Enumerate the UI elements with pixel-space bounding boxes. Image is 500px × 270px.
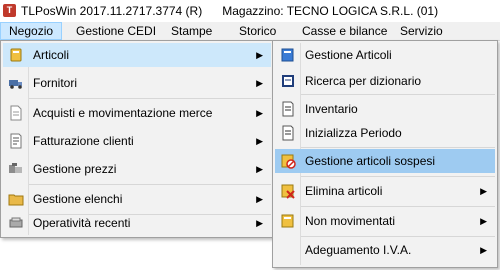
menu-item-label: Non movimentati <box>305 214 396 228</box>
menu-stampe[interactable]: Stampe <box>163 22 220 40</box>
submenu-arrow-icon: ▶ <box>256 164 263 174</box>
menu-item-inventario[interactable]: Inventario <box>275 97 495 121</box>
menu-item-label: Fatturazione clienti <box>33 134 134 148</box>
negozio-dropdown: Articoli ▶ Fornitori ▶ Acquisti e movime… <box>0 40 274 238</box>
menu-item-label: Operatività recenti <box>33 216 131 230</box>
submenu-arrow-icon: ▶ <box>256 218 263 228</box>
period-icon <box>282 125 294 141</box>
menu-negozio[interactable]: Negozio <box>0 22 63 40</box>
invoice-icon <box>10 133 22 149</box>
submenu-arrow-icon: ▶ <box>256 194 263 204</box>
prices-icon <box>9 163 22 173</box>
menu-item-adeguamento-iva[interactable]: Adeguamento I.V.A. ▶ <box>275 238 495 262</box>
folder-icon <box>8 194 24 206</box>
menu-item-acquisti[interactable]: Acquisti e movimentazione merce ▶ <box>3 101 271 125</box>
menu-item-label: Adeguamento I.V.A. <box>305 243 412 257</box>
menu-item-label: Acquisti e movimentazione merce <box>33 106 213 120</box>
menu-separator <box>301 94 495 95</box>
menu-separator <box>301 147 495 148</box>
menu-servizio[interactable]: Servizio <box>392 22 451 40</box>
submenu-arrow-icon: ▶ <box>256 108 263 118</box>
menu-gestione-cedi[interactable]: Gestione CEDI <box>68 22 164 40</box>
menu-item-label: Gestione prezzi <box>33 162 117 176</box>
suspended-icon <box>281 154 296 169</box>
menu-bar: Negozio Gestione CEDI Stampe Storico Cas… <box>0 22 500 41</box>
menu-separator <box>301 236 495 237</box>
menu-item-label: Gestione articoli sospesi <box>305 154 436 168</box>
book-icon <box>281 48 294 62</box>
menu-item-non-movimentati[interactable]: Non movimentati ▶ <box>275 209 495 233</box>
menu-item-label: Inventario <box>305 102 358 116</box>
articoli-submenu: Gestione Articoli Ricerca per dizionario… <box>272 40 498 268</box>
articles-icon <box>10 48 22 62</box>
menu-item-articoli[interactable]: Articoli ▶ <box>3 43 271 67</box>
menu-item-gestione-articoli[interactable]: Gestione Articoli <box>275 43 495 67</box>
app-logo-icon: T <box>3 4 16 17</box>
menu-item-gestione-prezzi[interactable]: Gestione prezzi ▶ <box>3 157 271 181</box>
menu-item-fatturazione[interactable]: Fatturazione clienti ▶ <box>3 129 271 153</box>
menu-separator <box>29 184 271 185</box>
menu-casse-bilance[interactable]: Casse e bilance <box>294 22 395 40</box>
menu-item-label: Elimina articoli <box>305 184 383 198</box>
menu-item-ricerca-dizionario[interactable]: Ricerca per dizionario <box>275 69 495 93</box>
menu-item-label: Ricerca per dizionario <box>305 74 422 88</box>
document-icon <box>10 105 22 121</box>
recent-icon <box>9 217 23 228</box>
submenu-arrow-icon: ▶ <box>480 245 487 255</box>
menu-item-label: Gestione elenchi <box>33 192 123 206</box>
menu-separator <box>301 206 495 207</box>
inventory-icon <box>282 101 294 117</box>
menu-item-label: Gestione Articoli <box>305 48 392 62</box>
menu-item-label: Fornitori <box>33 76 78 90</box>
submenu-arrow-icon: ▶ <box>480 216 487 226</box>
menu-item-fornitori[interactable]: Fornitori ▶ <box>3 71 271 95</box>
submenu-arrow-icon: ▶ <box>256 78 263 88</box>
title-bar: T TLPosWin 2017.11.2717.3774 (R) Magazzi… <box>0 0 500 23</box>
dictionary-icon <box>282 75 294 87</box>
menu-item-inizializza-periodo[interactable]: Inizializza Periodo <box>275 121 495 145</box>
submenu-arrow-icon: ▶ <box>256 50 263 60</box>
menu-item-label: Articoli <box>33 48 70 62</box>
submenu-arrow-icon: ▶ <box>256 136 263 146</box>
menu-separator <box>301 176 495 177</box>
non-moved-icon <box>281 214 294 228</box>
menu-separator <box>29 98 271 99</box>
menu-item-label: Inizializza Periodo <box>305 126 402 140</box>
menu-item-elimina-articoli[interactable]: Elimina articoli ▶ <box>275 179 495 203</box>
menu-item-gestione-elenchi[interactable]: Gestione elenchi ▶ <box>3 187 271 211</box>
submenu-arrow-icon: ▶ <box>480 186 487 196</box>
truck-icon <box>9 80 22 89</box>
menu-storico[interactable]: Storico <box>231 22 284 40</box>
menu-item-operativita[interactable]: Operatività recenti ▶ <box>3 211 271 235</box>
window-title: TLPosWin 2017.11.2717.3774 (R) Magazzino… <box>21 4 439 18</box>
delete-icon <box>281 184 295 199</box>
menu-item-articoli-sospesi[interactable]: Gestione articoli sospesi <box>275 149 495 173</box>
